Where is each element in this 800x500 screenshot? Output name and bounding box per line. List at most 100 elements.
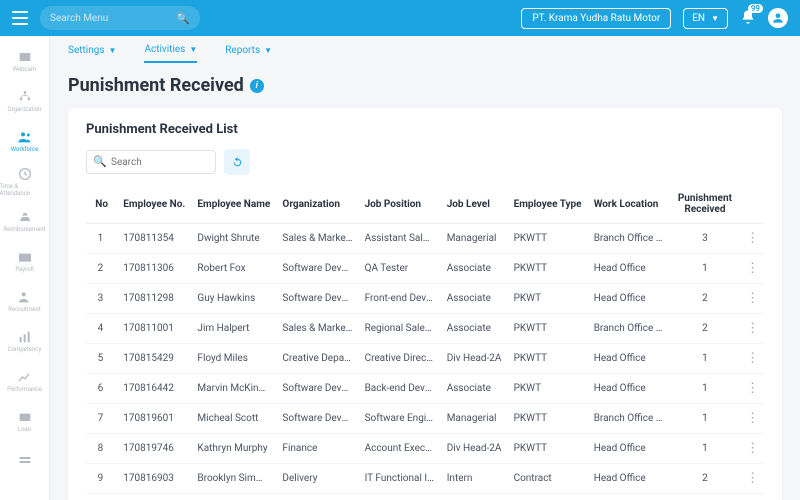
col-emp-no[interactable]: Employee No. <box>117 185 191 224</box>
global-search[interactable]: 🔍 <box>40 6 200 30</box>
sidebar-item-organization[interactable]: Organization <box>0 82 50 120</box>
cell-level: Managerial <box>441 404 508 434</box>
cell-no: 1 <box>86 224 117 254</box>
cell-type: PKWTT <box>508 224 588 254</box>
cell-level: Div Head-2A <box>441 344 508 374</box>
cell-org: Sales & Marketi… <box>276 314 358 344</box>
notifications-button[interactable]: 99 <box>740 9 756 28</box>
row-menu-icon[interactable]: ⋮ <box>746 381 758 396</box>
sidebar-item-competency[interactable]: Competency <box>0 322 50 360</box>
cell-emp-no: 170816442 <box>117 374 191 404</box>
row-menu-icon[interactable]: ⋮ <box>746 321 758 336</box>
cell-loc: Head Office <box>588 344 670 374</box>
row-menu-icon[interactable]: ⋮ <box>746 471 758 486</box>
row-menu-icon[interactable]: ⋮ <box>746 291 758 306</box>
cell-loc: Head Office <box>588 434 670 464</box>
table-row[interactable]: 10 170815311 Eleanor Pena Software Devel… <box>86 494 764 500</box>
cell-org: Software Devel… <box>276 284 358 314</box>
cell-no: 7 <box>86 404 117 434</box>
cell-level: Associate <box>441 284 508 314</box>
topbar: 🔍 PT. Krama Yudha Ratu Motor EN▼ 99 <box>0 0 800 36</box>
cell-emp-name: Dwight Shrute <box>191 224 276 254</box>
cell-no: 6 <box>86 374 117 404</box>
col-level[interactable]: Job Level <box>441 185 508 224</box>
cell-org: Software Devel… <box>276 374 358 404</box>
row-menu-icon[interactable]: ⋮ <box>746 411 758 426</box>
col-org[interactable]: Organization <box>276 185 358 224</box>
sidebar-item-reimbursement[interactable]: Reimbursement <box>0 202 50 240</box>
col-emp-name[interactable]: Employee Name <box>191 185 276 224</box>
cell-pos: Account Executi… <box>359 434 441 464</box>
card-title: Punishment Received List <box>86 122 764 137</box>
cell-org: Software Devel… <box>276 404 358 434</box>
cell-pos: Assistant Sales… <box>359 224 441 254</box>
user-avatar[interactable] <box>768 8 788 28</box>
table-search[interactable]: 🔍 <box>86 150 216 174</box>
cell-org: Finance <box>276 434 358 464</box>
refresh-button[interactable] <box>224 149 250 175</box>
subnav-settings[interactable]: Settings▼ <box>68 44 116 63</box>
sidebar-item-recruitment[interactable]: Recruitment <box>0 282 50 320</box>
table-row[interactable]: 1 170811354 Dwight Shrute Sales & Market… <box>86 224 764 254</box>
toolbar: 🔍 <box>86 149 764 175</box>
cell-no: 4 <box>86 314 117 344</box>
cell-emp-name: Guy Hawkins <box>191 284 276 314</box>
subnav-reports[interactable]: Reports▼ <box>225 44 272 63</box>
cell-emp-name: Robert Fox <box>191 254 276 284</box>
sidebar-item-performance[interactable]: Performance <box>0 362 50 400</box>
table-row[interactable]: 3 170811298 Guy Hawkins Software Devel… … <box>86 284 764 314</box>
table-row[interactable]: 4 170811001 Jim Halpert Sales & Marketi…… <box>86 314 764 344</box>
cell-pos: Front-end Devel… <box>359 284 441 314</box>
sidebar-item-more[interactable] <box>0 442 50 480</box>
cell-org: Software Devel… <box>276 254 358 284</box>
cell-type: PKWTT <box>508 344 588 374</box>
page-title: Punishment Received i <box>68 75 782 96</box>
col-pos[interactable]: Job Position <box>359 185 441 224</box>
chevron-down-icon: ▼ <box>189 45 197 54</box>
cell-punish: 2 <box>670 284 740 314</box>
list-card: Punishment Received List 🔍 No Employee N… <box>68 108 782 500</box>
data-table: No Employee No. Employee Name Organizati… <box>86 185 764 500</box>
info-icon[interactable]: i <box>250 79 264 93</box>
cell-emp-name: Floyd Miles <box>191 344 276 374</box>
global-search-input[interactable] <box>50 13 170 24</box>
col-punish[interactable]: Punishment Received <box>670 185 740 224</box>
cell-pos: Back-end Devel… <box>359 374 441 404</box>
cell-pos: Creative Director <box>359 344 441 374</box>
cell-punish: 1 <box>670 434 740 464</box>
cell-emp-name: Jim Halpert <box>191 314 276 344</box>
cell-pos: Software Engin… <box>359 494 441 500</box>
language-selector[interactable]: EN▼ <box>683 8 728 29</box>
org-selector[interactable]: PT. Krama Yudha Ratu Motor <box>521 8 671 29</box>
row-menu-icon[interactable]: ⋮ <box>746 441 758 456</box>
cell-no: 10 <box>86 494 117 500</box>
table-row[interactable]: 6 170816442 Marvin McKinney Software Dev… <box>86 374 764 404</box>
row-menu-icon[interactable]: ⋮ <box>746 351 758 366</box>
cell-emp-no: 170811306 <box>117 254 191 284</box>
table-row[interactable]: 2 170811306 Robert Fox Software Devel… Q… <box>86 254 764 284</box>
sidebar-item-webcam[interactable]: Webcam <box>0 42 50 80</box>
cell-emp-no: 170811354 <box>117 224 191 254</box>
row-menu-icon[interactable]: ⋮ <box>746 231 758 246</box>
cell-type: Contract <box>508 494 588 500</box>
cell-level: Associate <box>441 494 508 500</box>
col-loc[interactable]: Work Location <box>588 185 670 224</box>
sidebar-item-workforce[interactable]: Workforce <box>0 122 50 160</box>
row-menu-icon[interactable]: ⋮ <box>746 261 758 276</box>
col-type[interactable]: Employee Type <box>508 185 588 224</box>
subnav-activities[interactable]: Activities▼ <box>144 44 197 63</box>
search-icon: 🔍 <box>93 155 107 168</box>
table-row[interactable]: 9 170816903 Brooklyn Simm… Delivery IT F… <box>86 464 764 494</box>
sidebar-item-time[interactable]: Time & Attendance <box>0 162 50 200</box>
table-row[interactable]: 5 170815429 Floyd Miles Creative Depart…… <box>86 344 764 374</box>
table-row[interactable]: 7 170819601 Micheal Scott Software Devel… <box>86 404 764 434</box>
table-row[interactable]: 8 170819746 Kathryn Murphy Finance Accou… <box>86 434 764 464</box>
cell-type: PKWTT <box>508 254 588 284</box>
sidebar-item-payroll[interactable]: Payroll <box>0 242 50 280</box>
subnav: Settings▼ Activities▼ Reports▼ <box>68 44 782 63</box>
sidebar: Webcam Organization Workforce Time & Att… <box>0 36 50 500</box>
sidebar-item-loan[interactable]: Loan <box>0 402 50 440</box>
menu-toggle[interactable] <box>12 11 28 25</box>
col-no[interactable]: No <box>86 185 117 224</box>
cell-org: Creative Depart… <box>276 344 358 374</box>
